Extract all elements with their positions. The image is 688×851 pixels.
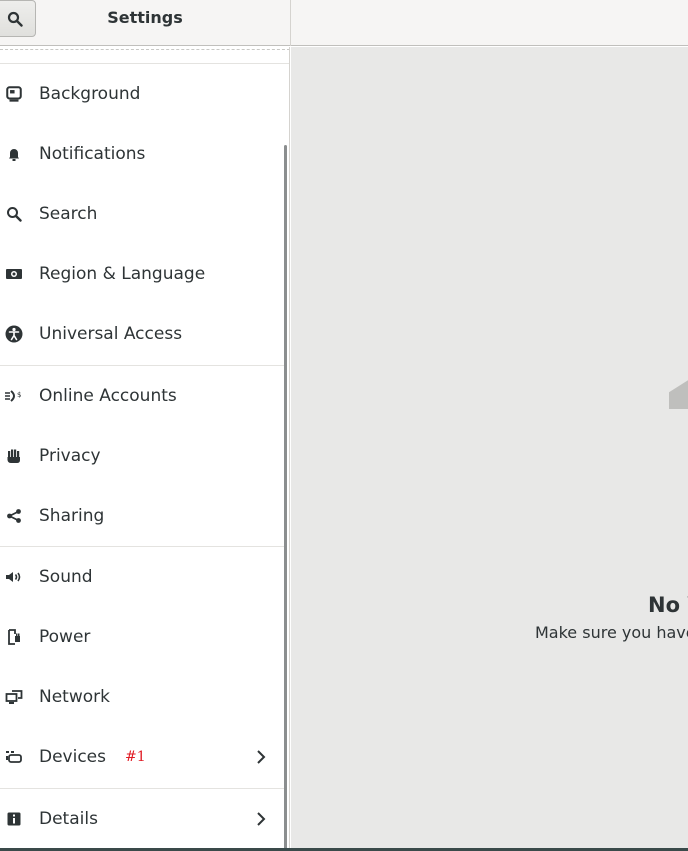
sidebar-item-label: Online Accounts — [39, 386, 177, 406]
header-bar: Settings — [0, 0, 688, 46]
sidebar-item-background[interactable]: Background — [0, 64, 284, 124]
sidebar-item-power[interactable]: Power — [0, 607, 284, 667]
sidebar-item-label: Privacy — [39, 446, 101, 466]
sidebar-scrollbar[interactable] — [284, 145, 287, 850]
sidebar-item-region-language[interactable]: Region & Language — [0, 244, 284, 304]
camera-icon — [3, 263, 25, 285]
chevron-right-icon — [253, 749, 269, 765]
header-separator — [290, 0, 291, 46]
sidebar-item-online-accounts[interactable]: $ Online Accounts — [0, 366, 284, 426]
background-icon — [3, 83, 25, 105]
info-icon — [3, 808, 25, 830]
svg-text:$: $ — [17, 391, 21, 399]
chevron-right-icon — [253, 811, 269, 827]
sidebar-item-label: Sharing — [39, 506, 105, 526]
settings-sidebar: Background Notifications Search Region &… — [0, 47, 290, 851]
sidebar-item-label: Power — [39, 627, 91, 647]
sidebar-item-universal-access[interactable]: Universal Access — [0, 304, 284, 364]
sidebar-item-label: Notifications — [39, 144, 146, 164]
empty-state-title: No V — [648, 593, 688, 617]
sidebar-item-privacy[interactable]: Privacy — [0, 426, 284, 486]
placeholder-icon — [669, 367, 688, 409]
share-icon — [3, 505, 25, 527]
sidebar-item-network[interactable]: Network — [0, 667, 284, 727]
sidebar-item-label: Sound — [39, 567, 93, 587]
sidebar-item-label: Region & Language — [39, 264, 206, 284]
annotation-badge: #1 — [125, 749, 146, 765]
bell-icon — [3, 143, 25, 165]
network-icon — [3, 686, 25, 708]
accessibility-icon — [3, 323, 25, 345]
sidebar-item-label: Search — [39, 204, 98, 224]
power-icon — [3, 626, 25, 648]
hand-icon — [3, 445, 25, 467]
sidebar-item-details[interactable]: Details — [0, 789, 284, 849]
sidebar-item-notifications[interactable]: Notifications — [0, 124, 284, 184]
sidebar-item-sound[interactable]: Sound — [0, 547, 284, 607]
sidebar-item-label: Details — [39, 809, 98, 829]
speaker-icon — [3, 566, 25, 588]
empty-state-subtitle: Make sure you have — [535, 623, 688, 642]
sidebar-item-label: Background — [39, 84, 141, 104]
devices-icon — [3, 746, 25, 768]
sidebar-item-label: Universal Access — [39, 324, 183, 344]
dashed-divider — [0, 49, 289, 50]
main-panel: No V Make sure you have — [291, 47, 688, 851]
online-accounts-icon: $ — [3, 385, 25, 407]
sidebar-item-label: Devices — [39, 747, 106, 767]
window-title: Settings — [107, 8, 183, 27]
sidebar-item-label: Network — [39, 687, 110, 707]
sidebar-item-search[interactable]: Search — [0, 184, 284, 244]
sidebar-item-devices[interactable]: Devices #1 — [0, 727, 284, 787]
search-icon — [3, 203, 25, 225]
sidebar-item-sharing[interactable]: Sharing — [0, 486, 284, 546]
